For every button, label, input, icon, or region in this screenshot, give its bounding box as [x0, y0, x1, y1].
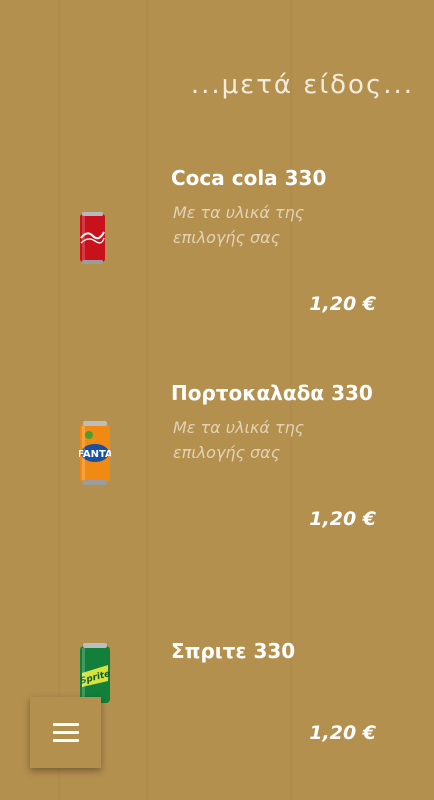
menu-item-coca-cola[interactable]: Coca cola 330 Με τα υλικά της επιλογής σ…	[0, 160, 434, 360]
menu-button[interactable]	[30, 697, 101, 768]
item-name: Coca cola 330	[171, 166, 327, 190]
menu-item-fanta[interactable]: FANTA Πορτοκαλαδα 330 Με τα υλικά της επ…	[0, 375, 434, 575]
item-name: Πορτοκαλαδα 330	[171, 381, 373, 405]
fanta-can-icon: FANTA	[77, 421, 113, 485]
item-description: Με τα υλικά της επιλογής σας	[173, 203, 305, 247]
page-title: ...μετά είδος...	[190, 70, 414, 100]
item-price: 1,20 €	[309, 508, 376, 530]
item-description: Με τα υλικά της επιλογής σας	[173, 418, 305, 462]
hamburger-menu-icon	[52, 722, 79, 743]
item-name: Σπριτε 330	[171, 639, 296, 663]
item-price: 1,20 €	[309, 722, 376, 744]
coca-cola-can-icon	[79, 212, 106, 264]
sprite-can-icon: Sprite	[79, 643, 111, 703]
item-price: 1,20 €	[309, 293, 376, 315]
